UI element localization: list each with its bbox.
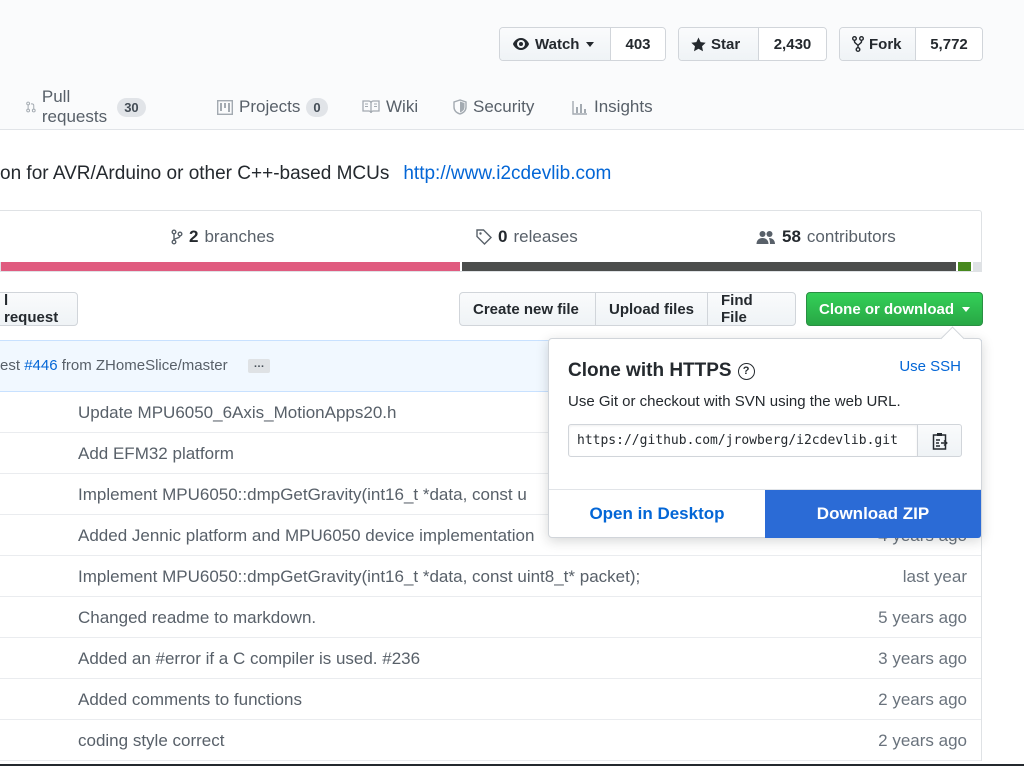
copy-url-button[interactable]	[917, 424, 962, 457]
commit-message-link[interactable]: Implement MPU6050::dmpGetGravity(int16_t…	[78, 485, 527, 505]
table-row: coding style correct 2 years ago	[0, 720, 981, 761]
tab-pull-requests-label: Pull requests	[41, 87, 108, 126]
chevron-down-icon	[962, 306, 970, 312]
shield-icon	[453, 99, 467, 115]
clone-title: Clone with HTTPS ?	[568, 360, 755, 382]
commit-suffix: from ZHomeSlice/master	[57, 357, 228, 374]
book-icon	[362, 100, 380, 114]
commit-message: est #446 from ZHomeSlice/master	[0, 357, 228, 374]
pull-request-icon	[26, 101, 36, 113]
star-icon	[691, 37, 706, 51]
clipboard-icon	[932, 432, 948, 450]
clone-actions: Open in Desktop Download ZIP	[549, 489, 981, 538]
commit-message-link[interactable]: Implement MPU6050::dmpGetGravity(int16_t…	[78, 567, 640, 587]
watch-count[interactable]: 403	[611, 28, 665, 60]
star-group: Star 2,430	[678, 27, 827, 61]
tab-projects[interactable]: Projects 0	[217, 92, 328, 122]
commit-age: last year	[902, 567, 967, 586]
releases-link[interactable]: 0 releases	[476, 227, 578, 247]
new-pull-request-button[interactable]: l request	[0, 292, 78, 326]
commit-message-link[interactable]: Added an #error if a C compiler is used.…	[78, 649, 420, 669]
clone-url-input[interactable]	[568, 424, 918, 457]
numbers-summary: 2 branches 0 releases 58 contributors	[0, 210, 982, 262]
star-label: Star	[711, 35, 741, 53]
tag-icon	[476, 229, 492, 245]
find-file-button[interactable]: Find File	[707, 292, 796, 326]
commit-age: 5 years ago	[878, 608, 967, 627]
project-icon	[217, 99, 233, 115]
tab-wiki[interactable]: Wiki	[362, 92, 418, 122]
commit-message-link[interactable]: Added Jennic platform and MPU6050 device…	[78, 526, 534, 546]
language-segment[interactable]	[971, 262, 981, 271]
chevron-down-icon	[586, 41, 595, 47]
releases-count: 0	[498, 227, 508, 246]
pull-requests-count: 30	[117, 97, 146, 117]
tab-insights[interactable]: Insights	[572, 92, 653, 122]
graph-icon	[572, 100, 587, 115]
upload-files-button[interactable]: Upload files	[595, 292, 708, 326]
branches-count: 2	[189, 227, 199, 246]
fork-group: Fork 5,772	[839, 27, 983, 61]
star-button[interactable]: Star	[679, 28, 759, 60]
use-ssh-link[interactable]: Use SSH	[899, 358, 961, 375]
commit-message-link[interactable]: Add EFM32 platform	[78, 444, 234, 464]
commit-message-link[interactable]: Added comments to functions	[78, 690, 302, 710]
language-segment[interactable]	[956, 262, 972, 271]
homepage-link[interactable]: http://www.i2cdevlib.com	[403, 163, 611, 184]
language-bar[interactable]	[0, 262, 982, 272]
people-icon	[756, 230, 775, 244]
commit-message-link[interactable]: coding style correct	[78, 731, 224, 751]
contributors-label: contributors	[806, 227, 896, 246]
commit-message-link[interactable]: Changed readme to markdown.	[78, 608, 316, 628]
language-segment[interactable]	[1, 262, 460, 271]
fork-icon	[852, 36, 864, 52]
branch-icon	[171, 229, 183, 245]
tab-insights-label: Insights	[594, 97, 653, 116]
window-bottom-edge	[0, 764, 1024, 766]
question-icon[interactable]: ?	[737, 362, 755, 380]
fork-label: Fork	[869, 35, 902, 53]
clone-subtitle: Use Git or checkout with SVN using the w…	[568, 393, 901, 410]
tab-pull-requests[interactable]: Pull requests 30	[26, 87, 146, 126]
commit-age: 2 years ago	[878, 690, 967, 709]
repo-description: on for AVR/Arduino or other C++-based MC…	[0, 163, 611, 185]
contributors-link[interactable]: 58 contributors	[756, 227, 896, 247]
releases-label: releases	[513, 227, 578, 246]
tab-security[interactable]: Security	[453, 92, 534, 122]
commit-pr-link[interactable]: #446	[24, 357, 57, 374]
watch-button[interactable]: Watch	[500, 28, 611, 60]
fork-count[interactable]: 5,772	[916, 28, 982, 60]
tab-security-label: Security	[473, 97, 535, 116]
table-row: Added comments to functions 2 years ago	[0, 679, 981, 720]
commit-message-link[interactable]: Update MPU6050_6Axis_MotionApps20.h	[78, 403, 396, 423]
contributors-count: 58	[782, 227, 801, 246]
watch-label: Watch	[535, 35, 580, 53]
description-text: on for AVR/Arduino or other C++-based MC…	[0, 163, 390, 184]
watch-group: Watch 403	[499, 27, 666, 61]
clone-or-download-label: Clone or download	[819, 300, 954, 318]
table-row: Added an #error if a C compiler is used.…	[0, 638, 981, 679]
table-row: Changed readme to markdown. 5 years ago	[0, 597, 981, 638]
star-count[interactable]: 2,430	[759, 28, 826, 60]
eye-icon	[513, 38, 529, 50]
tab-projects-label: Projects	[239, 97, 301, 116]
language-segment[interactable]	[459, 262, 957, 271]
branches-link[interactable]: 2 branches	[171, 227, 274, 247]
commit-age: 2 years ago	[878, 731, 967, 750]
clone-title-text: Clone with HTTPS	[568, 360, 732, 381]
expand-commit-button[interactable]: …	[248, 359, 270, 373]
commit-prefix: est	[0, 357, 25, 374]
open-in-desktop-button[interactable]: Open in Desktop	[549, 490, 765, 538]
clone-popover: Clone with HTTPS ? Use SSH Use Git or ch…	[548, 338, 982, 538]
download-zip-button[interactable]: Download ZIP	[765, 490, 981, 538]
clone-or-download-button[interactable]: Clone or download	[806, 292, 983, 326]
tab-wiki-label: Wiki	[386, 97, 419, 116]
create-new-file-button[interactable]: Create new file	[459, 292, 596, 326]
fork-button[interactable]: Fork	[840, 28, 916, 60]
projects-count: 0	[306, 97, 328, 117]
commit-age: 3 years ago	[878, 649, 967, 668]
branches-label: branches	[204, 227, 275, 246]
table-row: Implement MPU6050::dmpGetGravity(int16_t…	[0, 556, 981, 597]
